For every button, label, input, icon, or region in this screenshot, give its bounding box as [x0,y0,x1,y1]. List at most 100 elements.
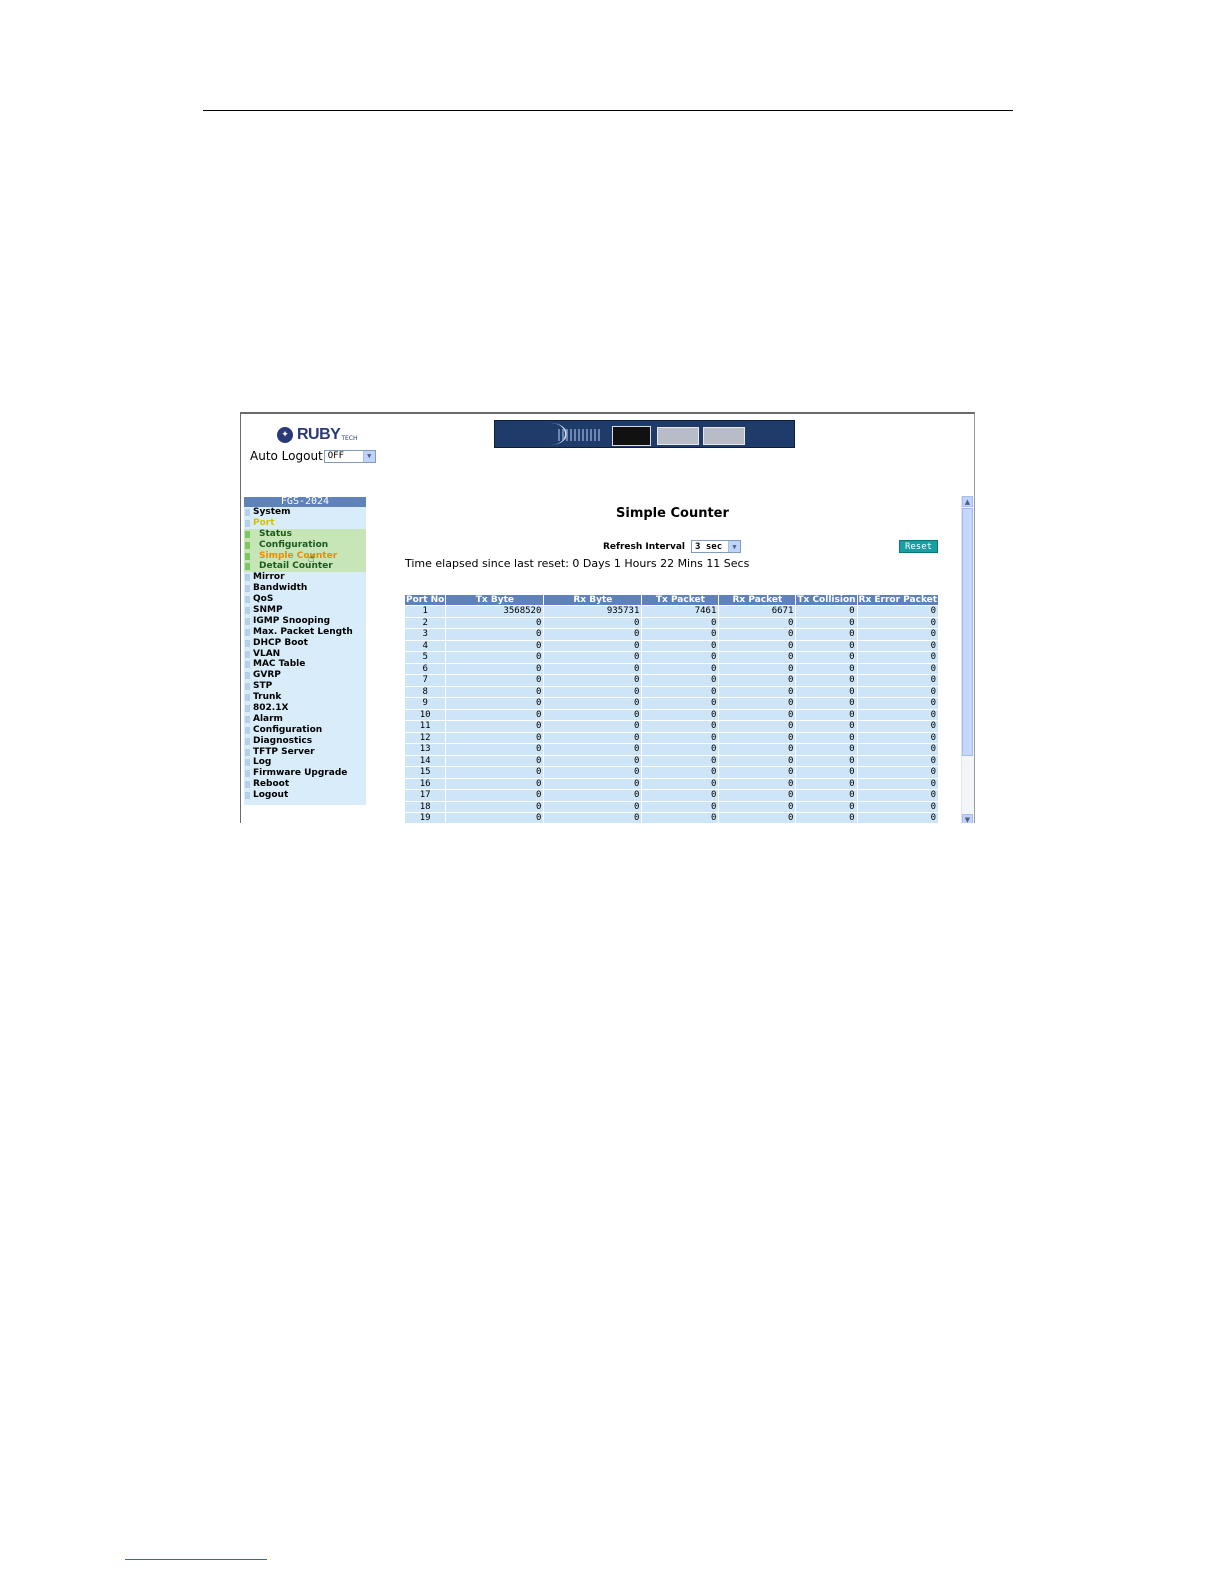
sidebar-title: FGS-2024 [244,497,366,507]
chevron-down-icon[interactable]: ▼ [728,541,741,552]
sidebar-item-port-configuration[interactable]: Configuration [244,539,366,551]
sidebar-item-firmware-upgrade[interactable]: Firmware Upgrade [244,768,366,779]
table-cell: 0 [446,790,544,801]
table-cell: 0 [544,629,642,640]
table-cell: 0 [796,698,857,709]
table-cell: 19 [405,813,446,823]
table-cell: 1 [405,606,446,617]
table-cell: 0 [446,732,544,743]
sidebar-item-logout[interactable]: Logout [244,790,366,801]
table-cell: 0 [857,686,939,697]
refresh-interval-select[interactable]: 3 sec ▼ [691,540,742,553]
sidebar-item-system[interactable]: System [244,507,366,518]
table-header-row: Port No Tx Byte Rx Byte Tx Packet Rx Pac… [405,595,939,605]
table-cell: 0 [642,801,719,812]
table-cell: 0 [796,663,857,674]
table-cell: 0 [719,801,796,812]
table-cell: 18 [405,801,446,812]
table-cell: 0 [719,732,796,743]
table-cell: 0 [857,721,939,732]
sidebar-item-mac-table[interactable]: MAC Table [244,659,366,670]
table-cell: 0 [642,640,719,651]
sidebar-item-gvrp[interactable]: GVRP [244,670,366,681]
table-cell: 0 [642,767,719,778]
table-row: 6000000 [405,663,939,674]
table-cell: 0 [796,790,857,801]
table-cell: 0 [446,709,544,720]
table-cell: 0 [446,778,544,789]
sidebar-item-port-status[interactable]: Status [244,528,366,540]
refresh-interval-label: Refresh Interval [603,541,686,552]
sidebar-item-stp[interactable]: STP [244,681,366,692]
auto-logout-select[interactable]: OFF ▼ [323,449,376,463]
table-row: 8000000 [405,686,939,697]
table-cell: 11 [405,721,446,732]
arrow-down-icon[interactable]: ▼ [962,814,973,823]
sidebar-menu: FGS-2024 System Port Status Configuratio… [244,497,366,806]
sidebar-item-port[interactable]: Port [244,518,366,529]
table-cell: 0 [857,709,939,720]
page-title: Simple Counter [616,506,729,521]
sidebar-item-snmp[interactable]: SNMP [244,605,366,616]
hand-cursor-icon: ☝ [308,552,315,565]
sidebar-item-mirror[interactable]: Mirror [244,572,366,583]
sidebar-item-diagnostics[interactable]: Diagnostics [244,736,366,747]
reset-button[interactable]: Reset [899,540,938,553]
chevron-down-icon[interactable]: ▼ [362,450,375,462]
table-cell: 0 [446,617,544,628]
sidebar-item-detail-counter[interactable]: Detail Counter [244,561,366,573]
sidebar-item-alarm[interactable]: Alarm [244,714,366,725]
table-cell: 0 [544,801,642,812]
auto-logout-value: OFF [327,451,345,461]
table-cell: 0 [642,675,719,686]
table-cell: 13 [405,744,446,755]
table-cell: 0 [446,640,544,651]
table-cell: 6671 [719,606,796,617]
table-cell: 0 [857,675,939,686]
table-cell: 17 [405,790,446,801]
sidebar-item-tftp-server[interactable]: TFTP Server [244,747,366,758]
sidebar-item-8021x[interactable]: 802.1X [244,703,366,714]
table-cell: 0 [446,698,544,709]
table-cell: 0 [642,755,719,766]
sidebar-item-simple-counter[interactable]: Simple Counter [244,550,366,562]
sidebar-item-trunk[interactable]: Trunk [244,692,366,703]
sidebar-item-dhcp-boot[interactable]: DHCP Boot [244,638,366,649]
sidebar-item-vlan[interactable]: VLAN [244,649,366,660]
table-cell: 0 [796,652,857,663]
table-cell: 0 [796,686,857,697]
table-cell: 0 [719,675,796,686]
switch-web-ui: ✦ RUBY TECH Auto Logout OFF ▼ FGS-2024 S… [240,412,975,823]
sidebar-item-igmp-snooping[interactable]: IGMP Snooping [244,616,366,627]
table-cell: 0 [719,790,796,801]
table-row: 18 0 0 0 0 0 0 [405,801,939,812]
table-cell: 4 [405,640,446,651]
table-cell: 5 [405,652,446,663]
refresh-interval: Refresh Interval 3 sec ▼ [603,540,742,553]
table-cell: 0 [857,663,939,674]
sidebar-item-bandwidth[interactable]: Bandwidth [244,583,366,594]
table-cell: 0 [719,744,796,755]
sidebar-item-qos[interactable]: QoS [244,594,366,605]
table-cell: 0 [446,652,544,663]
scrollbar-thumb[interactable] [962,508,973,756]
vertical-scrollbar[interactable]: ▲ ▼ [961,496,974,823]
sidebar-item-log[interactable]: Log [244,757,366,768]
table-cell: 0 [642,698,719,709]
table-cell: 0 [544,790,642,801]
arrow-up-icon[interactable]: ▲ [962,496,973,507]
column-header: Rx Byte [544,595,642,605]
refresh-interval-value: 3 sec [695,541,723,552]
table-cell: 0 [642,629,719,640]
table-cell: 0 [544,813,642,823]
sidebar-item-reboot[interactable]: Reboot [244,779,366,790]
table-cell: 0 [796,732,857,743]
table-cell: 0 [719,721,796,732]
table-cell: 12 [405,732,446,743]
sidebar-item-configuration[interactable]: Configuration [244,725,366,736]
table-row: 4000000 [405,640,939,651]
table-cell: 0 [544,686,642,697]
table-cell: 0 [719,698,796,709]
table-cell: 0 [719,755,796,766]
sidebar-item-max-packet-length[interactable]: Max. Packet Length [244,627,366,638]
